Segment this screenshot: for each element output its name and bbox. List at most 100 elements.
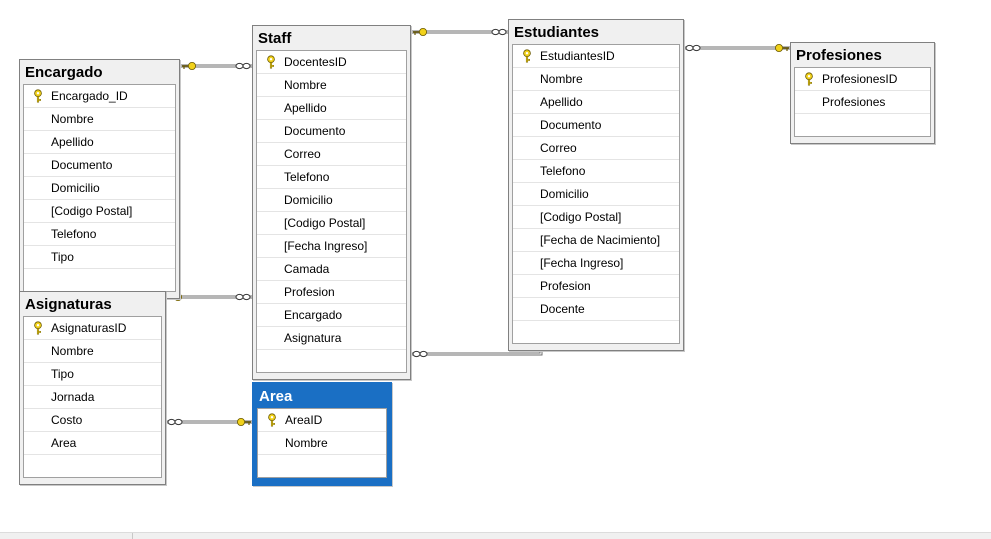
column-row[interactable]: Correo	[513, 137, 679, 160]
column-row[interactable]: DocentesID	[257, 51, 406, 74]
table-staff[interactable]: Staff DocentesID Nombre Apellido Documento C…	[252, 25, 411, 380]
table-asignaturas[interactable]: Asignaturas AsignaturasID Nombre Tipo Jorna…	[19, 291, 166, 485]
column-row[interactable]: Profesion	[257, 281, 406, 304]
column-row[interactable]: Jornada	[24, 386, 161, 409]
column-row[interactable]: Asignatura	[257, 327, 406, 350]
column-row[interactable]: Camada	[257, 258, 406, 281]
column-row[interactable]: Nombre	[513, 68, 679, 91]
column-row[interactable]: Documento	[24, 154, 175, 177]
column-row[interactable]: Nombre	[257, 74, 406, 97]
column-name: ProfesionesID	[822, 72, 898, 86]
column-name: EstudiantesID	[540, 49, 615, 63]
column-list: DocentesID Nombre Apellido Documento Correo T…	[256, 50, 407, 373]
column-row[interactable]: AsignaturasID	[24, 317, 161, 340]
column-row[interactable]: Profesiones	[795, 91, 930, 114]
column-row[interactable]: Profesion	[513, 275, 679, 298]
column-row[interactable]: Correo	[257, 143, 406, 166]
column-row[interactable]: Documento	[513, 114, 679, 137]
column-row[interactable]: [Fecha de Nacimiento]	[513, 229, 679, 252]
table-estudiantes[interactable]: Estudiantes EstudiantesID Nombre Apellido D…	[508, 19, 684, 351]
column-name: Profesiones	[822, 95, 886, 109]
status-bar-separator	[132, 533, 133, 539]
primary-key-icon	[805, 72, 813, 86]
many-end-infinity-icon	[235, 293, 251, 301]
table-encargado[interactable]: Encargado Encargado_ID Nombre Apellido Docu…	[19, 59, 180, 299]
primary-key-icon	[268, 413, 276, 427]
column-name: [Fecha de Nacimiento]	[540, 233, 661, 247]
column-name: Documento	[284, 124, 346, 138]
column-row[interactable]: Tipo	[24, 363, 161, 386]
column-name: Asignatura	[284, 331, 342, 345]
empty-row[interactable]	[513, 321, 679, 344]
table-profesiones[interactable]: Profesiones ProfesionesID Profesiones	[790, 42, 935, 144]
column-row[interactable]: Docente	[513, 298, 679, 321]
column-row[interactable]: [Fecha Ingreso]	[257, 235, 406, 258]
column-row[interactable]: Apellido	[513, 91, 679, 114]
column-name: [Codigo Postal]	[51, 204, 133, 218]
column-row[interactable]: Telefono	[24, 223, 175, 246]
column-name: Costo	[51, 413, 83, 427]
column-row[interactable]: [Codigo Postal]	[513, 206, 679, 229]
column-name: [Codigo Postal]	[540, 210, 622, 224]
many-end-infinity-icon	[167, 418, 183, 426]
column-name: Tipo	[51, 250, 74, 264]
column-row[interactable]: ProfesionesID	[795, 68, 930, 91]
column-name: Docente	[540, 302, 585, 316]
column-name: Profesion	[540, 279, 591, 293]
column-row[interactable]: [Fecha Ingreso]	[513, 252, 679, 275]
one-end-key-icon	[775, 44, 789, 53]
column-name: Apellido	[51, 135, 94, 149]
empty-row[interactable]	[795, 114, 930, 137]
column-name: DocentesID	[284, 55, 347, 69]
table-title[interactable]: Encargado	[20, 60, 179, 84]
primary-key-icon	[267, 55, 275, 69]
column-name: AsignaturasID	[51, 321, 127, 335]
column-name: Encargado_ID	[51, 89, 128, 103]
column-list: Encargado_ID Nombre Apellido Documento Domic…	[23, 84, 176, 292]
empty-row[interactable]	[24, 269, 175, 292]
column-row[interactable]: Nombre	[258, 432, 386, 455]
column-name: Tipo	[51, 367, 74, 381]
column-row[interactable]: Documento	[257, 120, 406, 143]
column-row[interactable]: Nombre	[24, 108, 175, 131]
column-list: EstudiantesID Nombre Apellido Documento Corr…	[512, 44, 680, 344]
primary-key-icon	[34, 89, 42, 103]
column-row[interactable]: Domicilio	[513, 183, 679, 206]
column-name: Encargado	[284, 308, 343, 322]
column-name: Telefono	[284, 170, 330, 184]
table-title[interactable]: Profesiones	[791, 43, 934, 67]
column-row[interactable]: Domicilio	[257, 189, 406, 212]
table-title[interactable]: Estudiantes	[509, 20, 683, 44]
empty-row[interactable]	[24, 455, 161, 478]
table-title[interactable]: Staff	[253, 26, 410, 50]
table-area[interactable]: Area AreaID Nombre	[252, 382, 392, 486]
column-row[interactable]: [Codigo Postal]	[257, 212, 406, 235]
column-name: Correo	[284, 147, 321, 161]
column-row[interactable]: Tipo	[24, 246, 175, 269]
column-row[interactable]: AreaID	[258, 409, 386, 432]
column-row[interactable]: Apellido	[257, 97, 406, 120]
empty-row[interactable]	[257, 350, 406, 373]
table-title[interactable]: Area	[254, 384, 390, 408]
column-row[interactable]: Telefono	[257, 166, 406, 189]
column-row[interactable]: Encargado_ID	[24, 85, 175, 108]
column-row[interactable]: Encargado	[257, 304, 406, 327]
column-row[interactable]: [Codigo Postal]	[24, 200, 175, 223]
column-row[interactable]: Domicilio	[24, 177, 175, 200]
column-name: Domicilio	[540, 187, 589, 201]
one-end-key-icon	[236, 417, 251, 426]
table-title[interactable]: Asignaturas	[20, 292, 165, 316]
column-row[interactable]: Nombre	[24, 340, 161, 363]
column-row[interactable]: Area	[24, 432, 161, 455]
column-row[interactable]: Costo	[24, 409, 161, 432]
column-name: Apellido	[540, 95, 583, 109]
column-name: Documento	[540, 118, 602, 132]
column-row[interactable]: Telefono	[513, 160, 679, 183]
column-row[interactable]: Apellido	[24, 131, 175, 154]
column-name: Area	[51, 436, 77, 450]
column-name: Nombre	[51, 344, 94, 358]
column-name: Nombre	[285, 436, 328, 450]
column-row[interactable]: EstudiantesID	[513, 45, 679, 68]
empty-row[interactable]	[258, 455, 386, 478]
column-name: [Fecha Ingreso]	[284, 239, 368, 253]
